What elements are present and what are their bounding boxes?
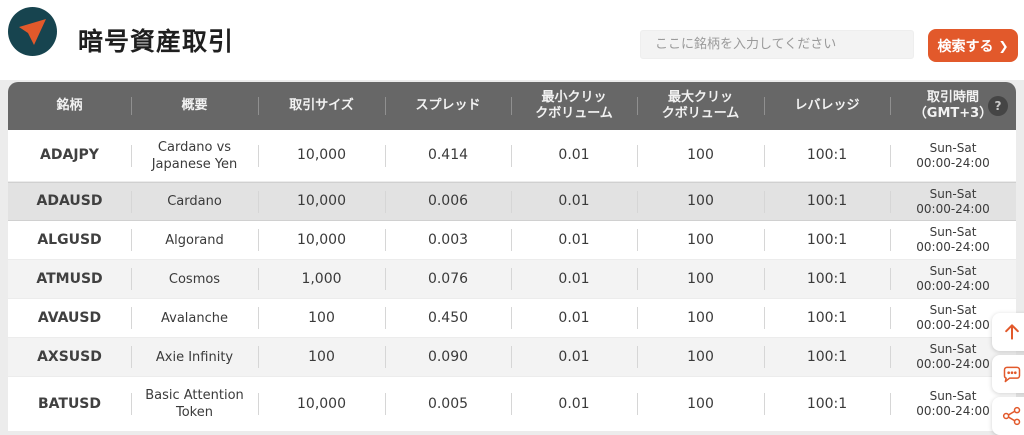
cell-leverage: 100:1 bbox=[764, 338, 890, 376]
cell-min-click: 0.01 bbox=[511, 338, 637, 376]
top-bar: 暗号資産取引 検索する ❯ bbox=[0, 0, 1024, 80]
cell-max-click: 100 bbox=[637, 221, 764, 259]
cell-symbol: AXSUSD bbox=[37, 348, 102, 365]
cell-symbol: ALGUSD bbox=[37, 231, 102, 248]
cell-description: Cardano vs Japanese Yen bbox=[131, 130, 258, 181]
cell-trade-size: 100 bbox=[258, 338, 385, 376]
table-header-row: 銘柄 概要 取引サイズ スプレッド 最小クリッ クボリューム 最大クリッ クボリ… bbox=[8, 82, 1016, 130]
cell-trading-hours: Sun-Sat 00:00-24:00 bbox=[890, 183, 1016, 220]
cell-description: Algorand bbox=[131, 221, 258, 259]
chat-button[interactable] bbox=[992, 355, 1024, 393]
cell-max-click: 100 bbox=[637, 183, 764, 220]
cell-min-click: 0.01 bbox=[511, 260, 637, 298]
cell-leverage: 100:1 bbox=[764, 377, 890, 431]
cell-min-click: 0.01 bbox=[511, 130, 637, 181]
cell-max-click: 100 bbox=[637, 130, 764, 181]
cell-trade-size: 100 bbox=[258, 299, 385, 337]
share-icon bbox=[1002, 406, 1021, 426]
cell-leverage: 100:1 bbox=[764, 260, 890, 298]
brand-logo-arrow-icon bbox=[19, 19, 46, 45]
col-header-spread: スプレッド bbox=[385, 82, 511, 130]
cell-leverage: 100:1 bbox=[764, 183, 890, 220]
cell-min-click: 0.01 bbox=[511, 299, 637, 337]
table-row[interactable]: BATUSD Basic Attention Token 10,000 0.00… bbox=[8, 377, 1016, 431]
cell-leverage: 100:1 bbox=[764, 221, 890, 259]
brand-logo bbox=[8, 7, 57, 56]
cell-spread: 0.450 bbox=[385, 299, 511, 337]
cell-max-click: 100 bbox=[637, 338, 764, 376]
cell-spread: 0.003 bbox=[385, 221, 511, 259]
cell-description: Avalanche bbox=[131, 299, 258, 337]
share-button[interactable] bbox=[992, 397, 1024, 435]
page-title: 暗号資産取引 bbox=[78, 27, 235, 56]
cell-spread: 0.006 bbox=[385, 183, 511, 220]
cell-symbol: ADAUSD bbox=[36, 193, 103, 209]
instruments-table: 銘柄 概要 取引サイズ スプレッド 最小クリッ クボリューム 最大クリッ クボリ… bbox=[8, 82, 1016, 431]
cell-max-click: 100 bbox=[637, 260, 764, 298]
cell-spread: 0.090 bbox=[385, 338, 511, 376]
table-row[interactable]: ADAUSD Cardano 10,000 0.006 0.01 100 100… bbox=[8, 182, 1016, 221]
cell-trading-hours: Sun-Sat 00:00-24:00 bbox=[890, 221, 1016, 259]
col-header-description: 概要 bbox=[131, 82, 258, 130]
cell-description: Axie Infinity bbox=[131, 338, 258, 376]
search-button[interactable]: 検索する ❯ bbox=[928, 29, 1018, 62]
cell-symbol: AVAUSD bbox=[37, 309, 102, 326]
cell-trading-hours: Sun-Sat 00:00-24:00 bbox=[890, 130, 1016, 181]
cell-min-click: 0.01 bbox=[511, 183, 637, 220]
chat-bubble-icon bbox=[1003, 366, 1021, 383]
table-row[interactable]: ATMUSD Cosmos 1,000 0.076 0.01 100 100:1… bbox=[8, 260, 1016, 299]
cell-trade-size: 10,000 bbox=[258, 183, 385, 220]
cell-min-click: 0.01 bbox=[511, 221, 637, 259]
cell-trade-size: 10,000 bbox=[258, 221, 385, 259]
table-row[interactable]: ADAJPY Cardano vs Japanese Yen 10,000 0.… bbox=[8, 130, 1016, 182]
cell-spread: 0.414 bbox=[385, 130, 511, 181]
chevron-right-icon: ❯ bbox=[998, 39, 1009, 53]
col-header-leverage: レバレッジ bbox=[764, 82, 890, 130]
help-icon[interactable]: ? bbox=[988, 96, 1008, 116]
cell-trading-hours: Sun-Sat 00:00-24:00 bbox=[890, 260, 1016, 298]
table-row[interactable]: ALGUSD Algorand 10,000 0.003 0.01 100 10… bbox=[8, 221, 1016, 260]
cell-min-click: 0.01 bbox=[511, 377, 637, 431]
cell-description: Basic Attention Token bbox=[131, 377, 258, 431]
cell-leverage: 100:1 bbox=[764, 130, 890, 181]
cell-trade-size: 10,000 bbox=[258, 377, 385, 431]
arrow-up-icon bbox=[1005, 324, 1019, 340]
col-header-symbol: 銘柄 bbox=[56, 98, 83, 113]
cell-symbol: BATUSD bbox=[37, 395, 102, 412]
cell-symbol: ATMUSD bbox=[36, 270, 103, 287]
cell-spread: 0.005 bbox=[385, 377, 511, 431]
table-row[interactable]: AXSUSD Axie Infinity 100 0.090 0.01 100 … bbox=[8, 338, 1016, 377]
cell-symbol: ADAJPY bbox=[40, 147, 99, 163]
floating-action-stack bbox=[992, 313, 1024, 435]
cell-trade-size: 1,000 bbox=[258, 260, 385, 298]
search-button-label: 検索する bbox=[937, 38, 994, 55]
symbol-search-input[interactable] bbox=[640, 30, 914, 59]
col-header-max-click-volume: 最大クリッ クボリューム bbox=[637, 82, 764, 130]
cell-max-click: 100 bbox=[637, 377, 764, 431]
cell-description: Cosmos bbox=[131, 260, 258, 298]
cell-trade-size: 10,000 bbox=[258, 130, 385, 181]
col-header-trade-size: 取引サイズ bbox=[258, 82, 385, 130]
table-row[interactable]: AVAUSD Avalanche 100 0.450 0.01 100 100:… bbox=[8, 299, 1016, 338]
scroll-to-top-button[interactable] bbox=[992, 313, 1024, 351]
col-header-min-click-volume: 最小クリッ クボリューム bbox=[511, 82, 637, 130]
cell-leverage: 100:1 bbox=[764, 299, 890, 337]
cell-description: Cardano bbox=[131, 183, 258, 220]
cell-spread: 0.076 bbox=[385, 260, 511, 298]
cell-max-click: 100 bbox=[637, 299, 764, 337]
